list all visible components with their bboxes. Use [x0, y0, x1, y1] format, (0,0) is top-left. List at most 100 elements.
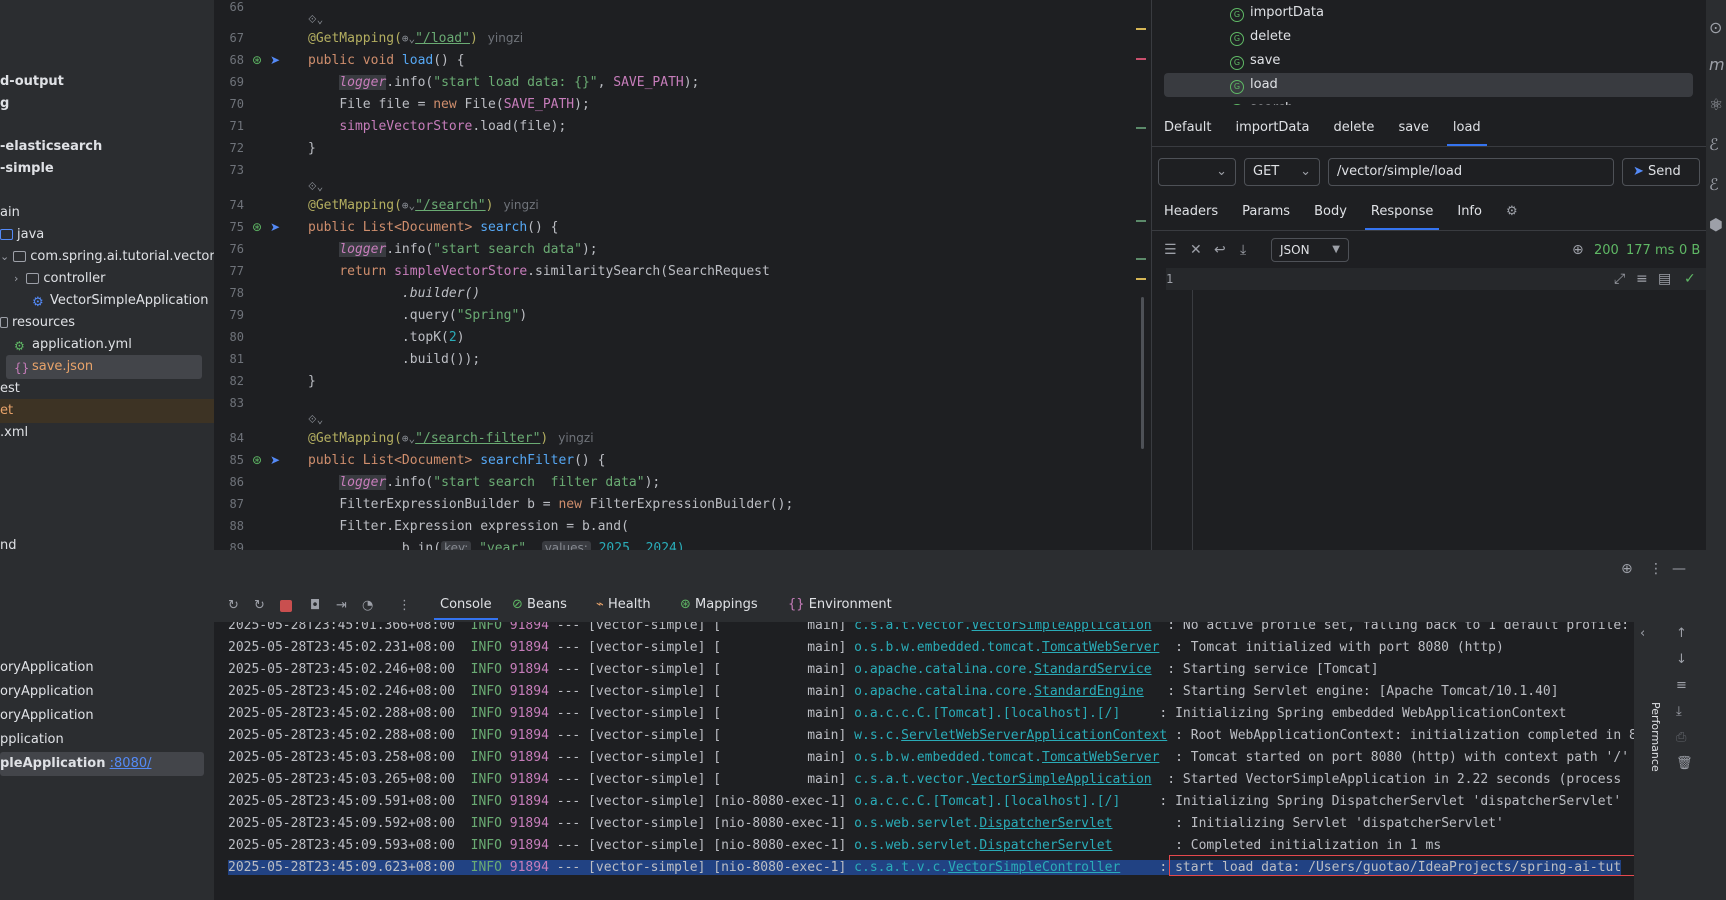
rerun-icon[interactable]: ↻ — [228, 598, 239, 613]
tree-item-save-json[interactable]: {} save.json — [6, 355, 202, 379]
log-line[interactable]: 2025-05-28T23:45:03.258+08:00 INFO 91894… — [228, 750, 1629, 765]
send-button[interactable]: ➤ Send — [1622, 158, 1700, 186]
spring-bean-gutter-icon[interactable]: ⊛ — [252, 53, 262, 67]
service-item[interactable]: oryApplication — [0, 656, 94, 680]
tree-item-package[interactable]: ⌄ com.spring.ai.tutorial.vector — [0, 245, 214, 269]
tree-item-java[interactable]: java — [0, 223, 44, 247]
log-line[interactable]: 2025-05-28T23:45:03.265+08:00 INFO 91894… — [228, 772, 1621, 787]
tree-item-resources[interactable]: resources — [0, 311, 75, 335]
tree-item[interactable]: est — [0, 377, 20, 401]
tool-icon[interactable]: m — [1709, 55, 1725, 74]
endpoint-item[interactable]: Gdelete — [1230, 25, 1291, 49]
tree-item-controller[interactable]: › controller — [14, 267, 105, 291]
chevron-left-icon[interactable]: ‹ — [1640, 626, 1645, 641]
tab-response[interactable]: Response — [1359, 194, 1445, 230]
stripe-marker[interactable] — [1136, 258, 1146, 260]
tab-beans[interactable]: ⊘ Beans — [512, 590, 567, 620]
method-select[interactable]: GET ⌄ — [1244, 158, 1320, 186]
inlay-icon[interactable]: ⟐⌄ — [308, 413, 323, 427]
indent-icon[interactable]: ☰ — [1164, 242, 1177, 258]
download-icon[interactable]: ⤓ — [1240, 242, 1246, 258]
environment-select[interactable]: ⌄ — [1158, 158, 1236, 186]
scroll-end-icon[interactable]: ⤓ — [1676, 704, 1682, 719]
service-item-selected[interactable]: pleApplication :8080/ — [0, 752, 204, 776]
tree-item-yml[interactable]: ⚙ application.yml — [14, 333, 132, 357]
tab-console[interactable]: Console — [434, 590, 498, 620]
tree-item[interactable]: nd — [0, 534, 17, 550]
tree-item[interactable]: d-output — [0, 70, 64, 94]
endpoint-item[interactable]: Gsave — [1230, 49, 1280, 73]
list-icon[interactable]: ≡ — [1636, 271, 1648, 287]
wrap-icon[interactable]: ↩ — [1214, 242, 1226, 258]
port-link[interactable]: :8080/ — [110, 756, 152, 771]
endpoint-item[interactable]: Gsearch — [1230, 97, 1293, 105]
send-request-gutter-icon[interactable]: ➤ — [270, 453, 280, 467]
tab-delete[interactable]: delete — [1321, 110, 1386, 146]
target-icon[interactable]: ⊕ — [1621, 561, 1633, 577]
more-icon[interactable]: ⋮ — [398, 598, 411, 613]
restart-icon[interactable]: ↻ — [254, 598, 265, 613]
code-editor[interactable]: 66 67 68 69 70 71 72 73 74 75 76 77 78 7… — [214, 0, 1150, 550]
scroll-down-icon[interactable]: ↓ — [1676, 652, 1687, 667]
log-line[interactable]: 2025-05-28T23:45:02.246+08:00 INFO 91894… — [228, 684, 1559, 699]
notifications-icon[interactable]: ⊙ — [1709, 18, 1722, 37]
console-output[interactable]: 2025-05-28T23:45:01.366+08:00 INFO 91894… — [214, 622, 1634, 900]
spring-bean-gutter-icon[interactable]: ⊛ — [252, 220, 262, 234]
format-select[interactable]: JSON ▼ — [1271, 238, 1349, 262]
log-line[interactable]: 2025-05-28T23:45:09.591+08:00 INFO 91894… — [228, 794, 1621, 809]
endpoint-item[interactable]: GimportData — [1230, 1, 1324, 25]
exit-icon[interactable]: ⇥ — [336, 598, 347, 613]
camera-icon[interactable]: ◘ — [310, 598, 320, 613]
service-item[interactable]: oryApplication — [0, 680, 94, 704]
trash-icon[interactable]: 🗑 — [1676, 756, 1693, 771]
tree-item[interactable]: .xml — [0, 421, 28, 445]
stripe-marker[interactable] — [1136, 127, 1146, 129]
tab-environment[interactable]: {} Environment — [788, 590, 892, 620]
tab-headers[interactable]: Headers — [1152, 194, 1230, 230]
service-item[interactable]: oryApplication — [0, 704, 94, 728]
tab-params[interactable]: Params — [1230, 194, 1302, 230]
tab-default[interactable]: Default — [1152, 110, 1224, 146]
endpoint-item-load[interactable]: Gload — [1230, 73, 1278, 97]
stripe-marker[interactable] — [1136, 58, 1146, 60]
tree-item[interactable]: et — [0, 399, 214, 423]
editor-scrollbar[interactable] — [1141, 297, 1144, 449]
gauge-icon[interactable]: ◔ — [362, 598, 373, 613]
tree-item[interactable]: -simple — [0, 157, 54, 181]
stripe-marker[interactable] — [1136, 220, 1146, 222]
send-request-gutter-icon[interactable]: ➤ — [270, 53, 280, 67]
more-icon[interactable]: ⋮ — [1649, 561, 1663, 577]
tab-load[interactable]: load — [1441, 110, 1493, 146]
document-icon[interactable]: ▤ — [1658, 271, 1671, 287]
inlay-icon[interactable]: ⟐⌄ — [308, 180, 323, 194]
tree-item[interactable]: -elasticsearch — [0, 135, 102, 159]
tab-save[interactable]: save — [1386, 110, 1440, 146]
collapse-icon[interactable]: ✕ — [1190, 242, 1202, 258]
tab-info[interactable]: Info — [1445, 194, 1494, 230]
inlay-icon[interactable]: ⟐⌄ — [308, 13, 323, 27]
spring-bean-gutter-icon[interactable]: ⊛ — [252, 453, 262, 467]
log-line[interactable]: 2025-05-28T23:45:09.593+08:00 INFO 91894… — [228, 838, 1441, 853]
stop-icon[interactable] — [280, 600, 292, 612]
database-icon[interactable]: ⬢ — [1709, 215, 1723, 234]
send-request-gutter-icon[interactable]: ➤ — [270, 220, 280, 234]
url-input[interactable]: /vector/simple/load — [1328, 158, 1614, 186]
log-line[interactable]: 2025-05-28T23:45:02.288+08:00 INFO 91894… — [228, 706, 1566, 721]
tree-item[interactable]: g — [0, 92, 9, 116]
soft-wrap-icon[interactable]: ≡ — [1676, 678, 1687, 693]
minimize-icon[interactable]: — — [1672, 561, 1686, 577]
tab-importdata[interactable]: importData — [1224, 110, 1322, 146]
tool-icon[interactable]: ℰ — [1709, 135, 1719, 154]
stripe-marker[interactable] — [1136, 28, 1146, 30]
log-line[interactable]: 2025-05-28T23:45:01.366+08:00 INFO 91894… — [228, 622, 1629, 633]
tool-icon[interactable]: ⚛ — [1709, 95, 1723, 114]
tab-mappings[interactable]: ⊛ Mappings — [680, 590, 758, 620]
tool-icon[interactable]: ℰ — [1709, 175, 1719, 194]
service-item[interactable]: pplication — [0, 728, 64, 752]
tab-body[interactable]: Body — [1302, 194, 1359, 230]
stripe-marker[interactable] — [1136, 278, 1146, 280]
expand-icon[interactable]: ⤢ — [1614, 271, 1625, 287]
log-line[interactable]: 2025-05-28T23:45:02.246+08:00 INFO 91894… — [228, 662, 1379, 677]
response-body[interactable]: 1 ⤢ ≡ ▤ ✓ — [1152, 268, 1707, 550]
tree-item-application[interactable]: ⚙ VectorSimpleApplication — [32, 289, 208, 313]
